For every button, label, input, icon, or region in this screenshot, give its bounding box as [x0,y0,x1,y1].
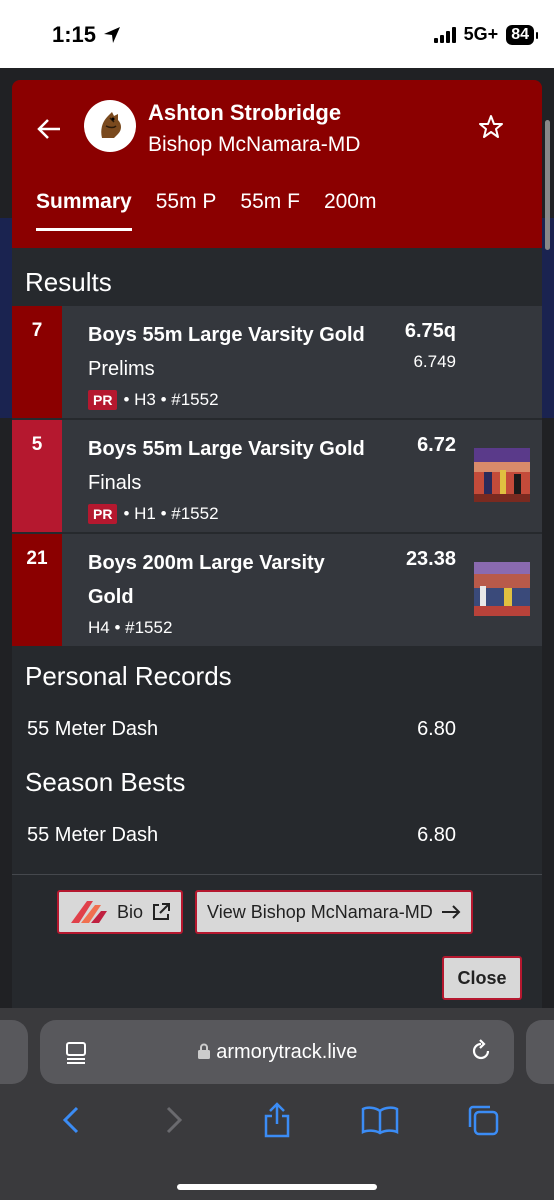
previous-tab-preview[interactable] [0,1020,28,1084]
result-row[interactable]: 5 Boys 55m Large Varsity Gold Finals PR … [12,420,542,532]
tab-55m-finals[interactable]: 55m F [240,190,300,231]
status-indicators: 5G+ 84 [433,24,538,45]
race-photo-thumbnail[interactable] [474,562,530,616]
personal-record-row: 55 Meter Dash 6.80 [12,704,542,754]
close-button[interactable]: Close [442,956,522,1000]
result-mark: 23.38 [405,548,456,570]
result-rank: 5 [12,420,62,532]
results-heading: Results [25,267,112,297]
arrow-right-icon [441,905,461,919]
season-bests-heading: Season Bests [25,767,186,797]
network-label: 5G+ [463,24,499,44]
bio-label: Bio [117,901,144,922]
result-event: Boys 55m Large Varsity Gold Finals [88,438,365,494]
back-chevron-icon[interactable] [51,1100,91,1140]
address-bar[interactable]: armorytrack.live [40,1020,514,1084]
divider [12,874,542,875]
signal-icon [433,26,456,43]
pr-badge: PR [88,390,118,410]
result-event: Boys 55m Large Varsity Gold Prelims [88,324,365,380]
tab-55m-prelims[interactable]: 55m P [156,190,217,231]
favorite-star-icon[interactable] [478,114,504,147]
result-event: Boys 200m Large Varsity Gold [88,552,325,608]
record-mark: 6.80 [417,718,456,740]
browser-toolbar: armorytrack.live [0,1008,554,1200]
share-icon[interactable] [257,1100,297,1140]
record-event: 55 Meter Dash [27,824,159,846]
view-school-button[interactable]: View Bishop McNamara-MD [195,890,473,934]
result-mark: 6.75q [404,320,456,342]
action-buttons: Bio View Bishop McNamara-MD [57,890,473,934]
pr-badge: PR [88,504,118,524]
result-mark-precise: 6.749 [413,352,456,371]
race-photo-thumbnail[interactable] [474,448,530,502]
result-meta: H4 • #1552 [88,618,173,637]
view-school-label: View Bishop McNamara-MD [207,901,433,922]
back-arrow-icon[interactable] [36,116,64,144]
browser-nav [0,1100,554,1140]
result-rank: 7 [12,306,62,418]
status-bar: 1:15 5G+ 84 [0,0,554,68]
tab-200m[interactable]: 200m [324,190,377,231]
status-time: 1:15 [52,22,122,48]
record-event: 55 Meter Dash [27,718,159,740]
bio-button[interactable]: Bio [57,890,184,934]
reload-icon[interactable] [468,1038,494,1064]
athlete-name: Ashton Strobridge [148,100,342,125]
season-best-row: 55 Meter Dash 6.80 [12,810,542,860]
school-name: Bishop McNamara-MD [148,133,361,156]
external-link-icon [153,903,171,920]
url-label: armorytrack.live [216,1040,358,1063]
modal-header: Ashton Strobridge Bishop McNamara-MD Sum… [12,80,542,248]
tab-bar: Summary 55m P 55m F 200m [36,190,376,231]
next-tab-preview[interactable] [526,1020,554,1084]
record-mark: 6.80 [417,824,456,846]
athletic-net-logo-icon [71,901,107,923]
forward-chevron-icon[interactable] [154,1100,194,1140]
clock-label: 1:15 [52,22,97,47]
school-logo [84,100,136,152]
bookmarks-icon[interactable] [360,1100,400,1140]
personal-records-heading: Personal Records [25,661,232,691]
home-indicator [177,1184,377,1190]
result-mark: 6.72 [417,434,456,456]
lock-icon [197,1043,210,1059]
result-row[interactable]: 21 Boys 200m Large Varsity Gold H4 • #15… [12,534,542,646]
result-row[interactable]: 7 Boys 55m Large Varsity Gold Prelims PR… [12,306,542,418]
scrollbar[interactable] [545,120,550,250]
location-arrow-icon [104,27,121,43]
result-rank: 21 [12,534,62,646]
tab-summary[interactable]: Summary [36,190,132,231]
result-meta: PR • H3 • #1552 [88,390,542,410]
athlete-modal: Ashton Strobridge Bishop McNamara-MD Sum… [12,80,542,1008]
battery-icon: 84 [506,24,538,45]
result-meta: PR • H1 • #1552 [88,504,542,524]
tabs-icon[interactable] [463,1100,503,1140]
